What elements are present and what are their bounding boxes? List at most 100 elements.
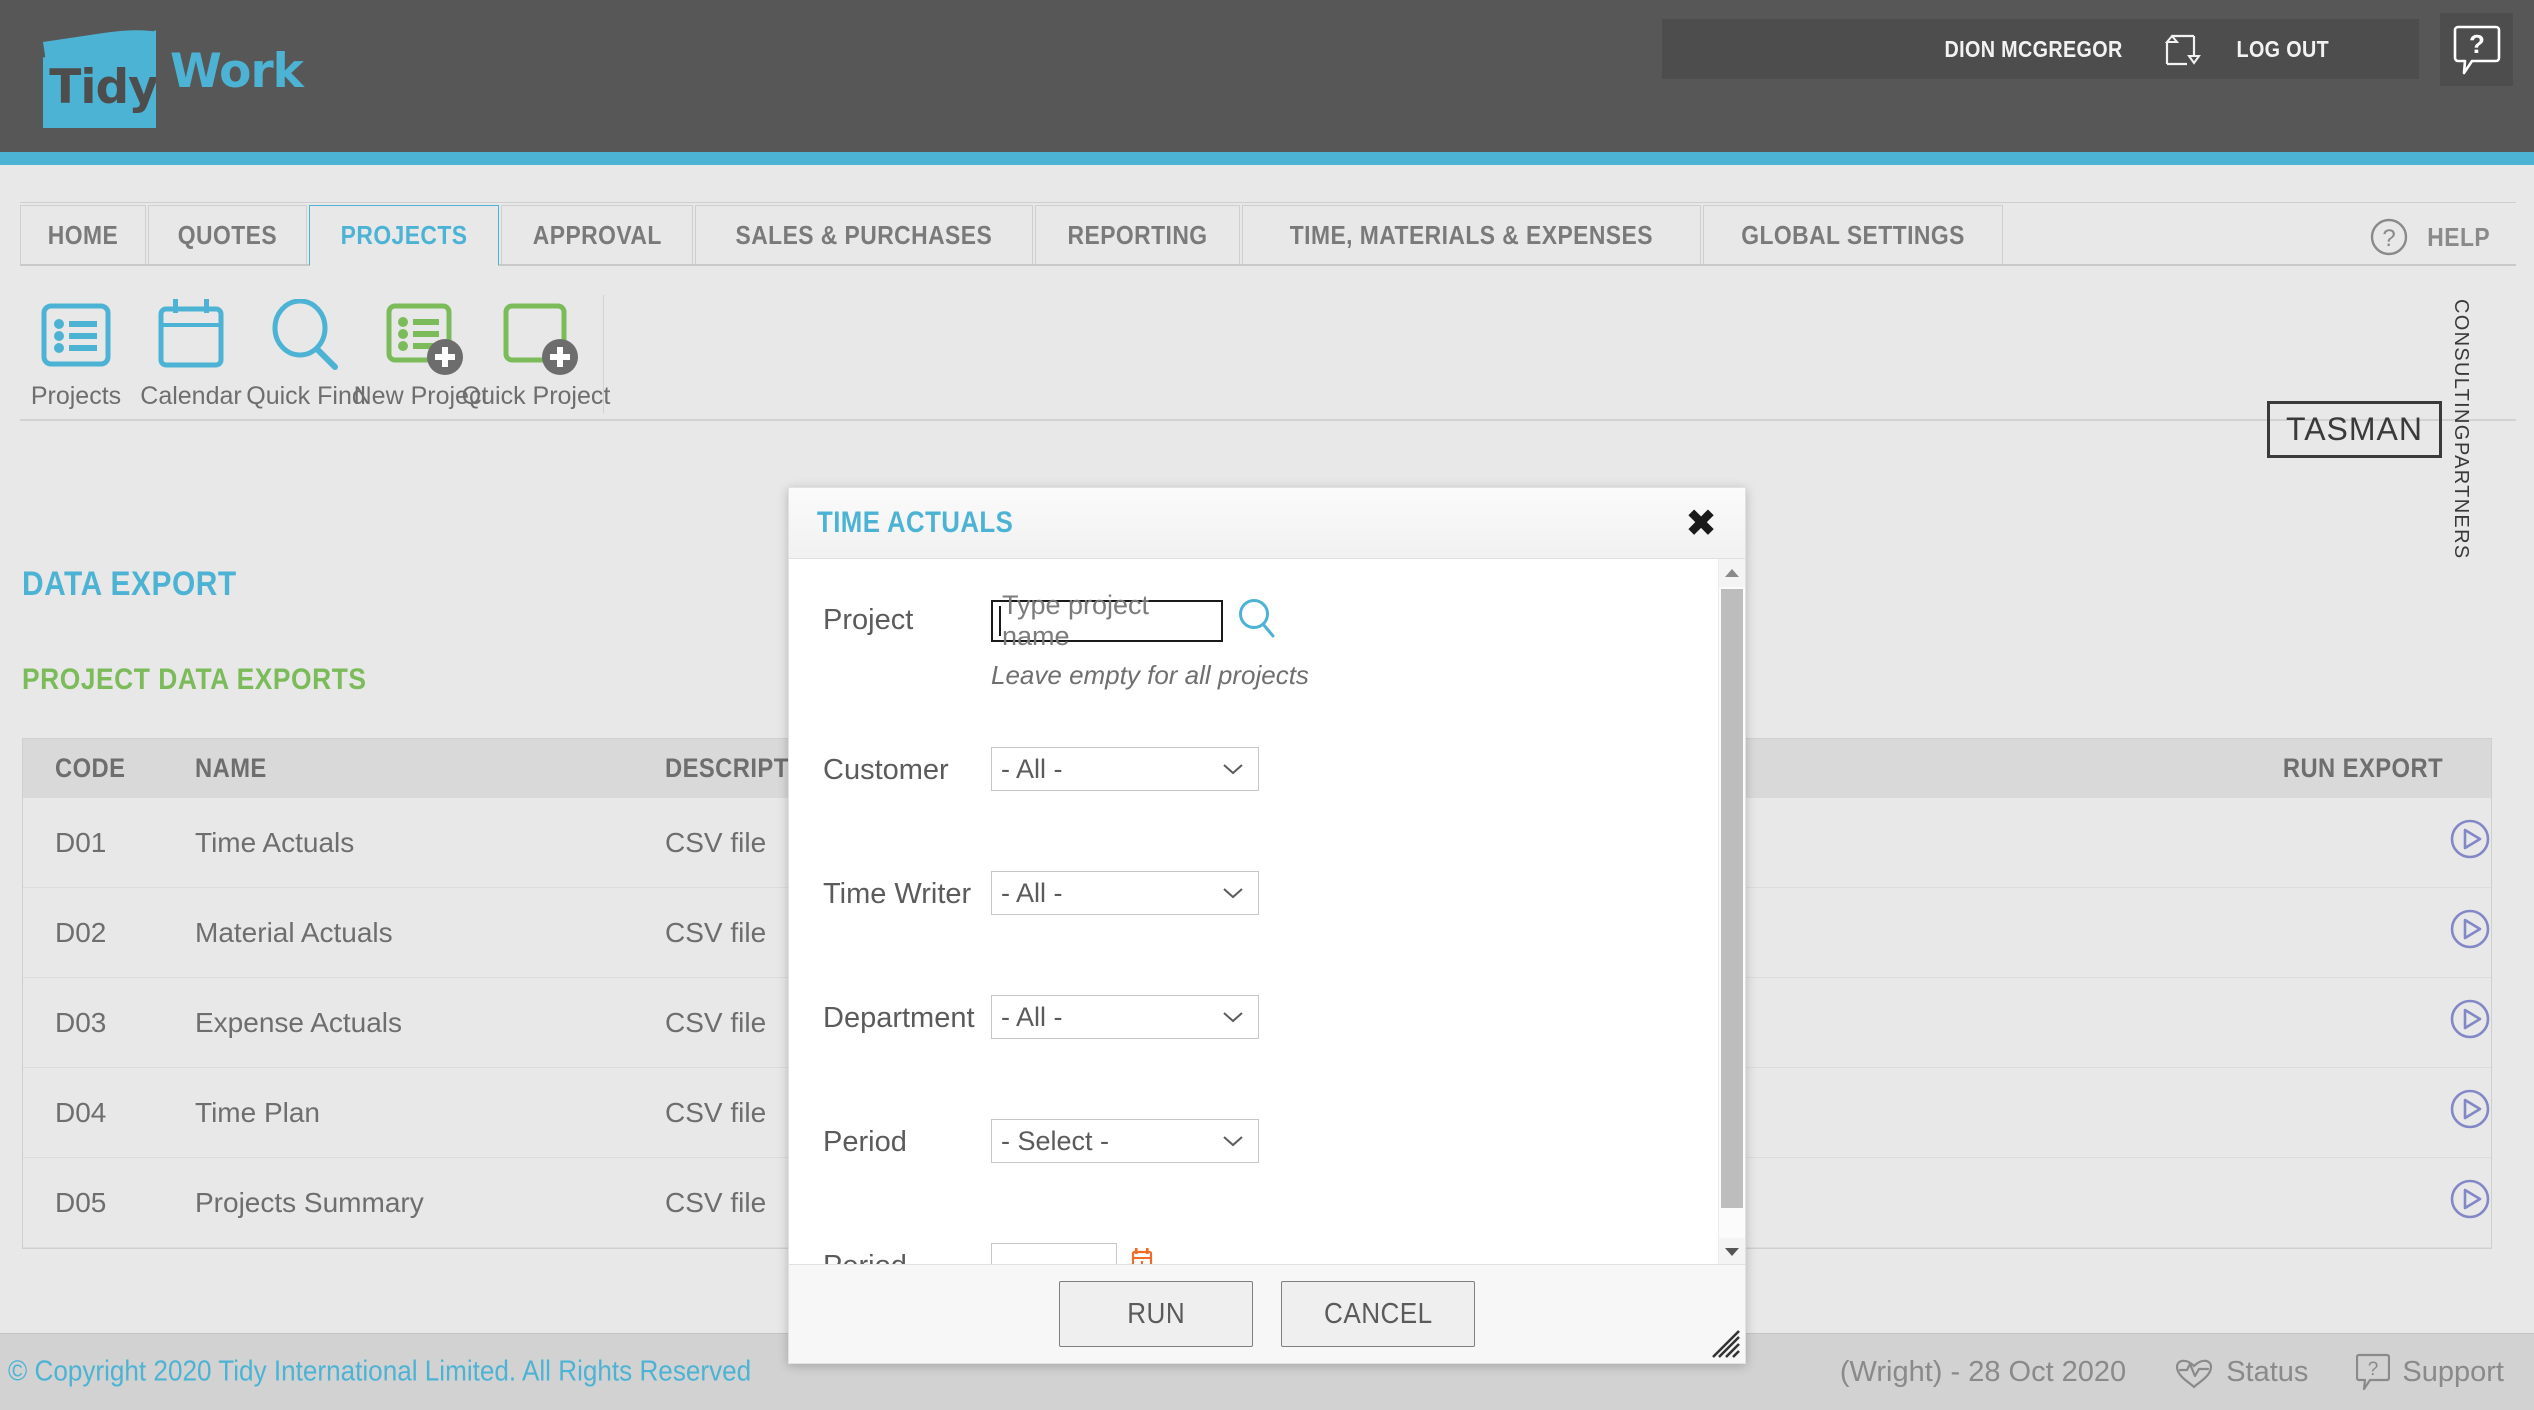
chevron-down-icon [1223, 764, 1243, 775]
logo-text-tidy: Tidy [49, 60, 156, 115]
cell-run-export [2191, 1157, 2491, 1248]
play-circle-icon[interactable] [2449, 1088, 2491, 1137]
toolbar-item-new-project[interactable]: New Project [354, 287, 488, 411]
cell-code: D01 [23, 798, 163, 888]
footer-right: (Wright) - 28 Oct 2020 Status ? Support [1840, 1353, 2504, 1391]
tab-label: TIME, MATERIALS & EXPENSES [1289, 220, 1654, 250]
field-label-period-starting: Period Starting [823, 1250, 907, 1266]
cell-name: Material Actuals [163, 887, 633, 978]
project-hint: Leave empty for all projects [991, 660, 1309, 690]
svg-text:?: ? [2368, 1359, 2379, 1380]
toolbar-item-projects[interactable]: Projects [20, 287, 132, 411]
cell-name: Expense Actuals [163, 977, 633, 1068]
tab-approval[interactable]: APPROVAL [500, 205, 694, 265]
field-time-writer: Time Writer - All - [789, 871, 1745, 995]
list-icon [385, 295, 463, 377]
status-link[interactable]: Status [2174, 1355, 2308, 1389]
tab-home[interactable]: HOME [20, 205, 146, 265]
logo-text-work: Work [170, 44, 304, 99]
cell-run-export [2191, 887, 2491, 978]
scroll-down-arrow[interactable] [1719, 1238, 1745, 1266]
field-period-starting: Period Starting [789, 1243, 1745, 1266]
tab-label: REPORTING [1067, 220, 1208, 250]
top-header: Tidy Work DION MCGREGOR LOG OUT ? [0, 0, 2534, 152]
copyright-text: © Copyright 2020 Tidy International Limi… [8, 1355, 752, 1388]
app-root: Tidy Work DION MCGREGOR LOG OUT ? HOME Q… [0, 0, 2534, 1410]
brandmark-line2: PARTNERS [2450, 441, 2472, 560]
project-input[interactable]: Type project name [991, 590, 1223, 651]
user-name-label: DION MCGREGOR [1944, 35, 2123, 62]
tab-label: GLOBAL SETTINGS [1741, 220, 1965, 250]
dialog-scrollbar[interactable] [1718, 559, 1745, 1266]
support-link[interactable]: ? Support [2356, 1353, 2504, 1391]
square-icon [500, 295, 578, 377]
page-title: DATA EXPORT [22, 565, 237, 603]
plus-badge-icon [542, 339, 578, 375]
cell-code: D05 [23, 1157, 163, 1248]
tab-reporting[interactable]: REPORTING [1035, 205, 1241, 265]
toolbar-item-label: Calendar [140, 382, 242, 410]
time-writer-select[interactable]: - All - [991, 871, 1259, 915]
chevron-down-icon [1223, 1136, 1243, 1147]
close-icon[interactable]: ✖ [1685, 504, 1717, 542]
icon-toolbar: Projects Calendar Quick Find New Project… [20, 287, 2516, 559]
dialog-body: Project Type project name Leave empty fo… [789, 559, 1745, 1266]
play-circle-icon[interactable] [2449, 818, 2491, 867]
app-logo[interactable]: Tidy Work [43, 28, 304, 128]
play-circle-icon[interactable] [2449, 908, 2491, 957]
time-actuals-dialog: TIME ACTUALS ✖ Project Type project name [788, 487, 1746, 1364]
accent-rule [0, 152, 2534, 165]
plus-badge-icon [427, 339, 463, 375]
run-button[interactable]: RUN [1059, 1281, 1253, 1347]
help-nav-button[interactable]: ? HELP [2369, 217, 2494, 257]
tab-label: PROJECTS [340, 220, 468, 250]
scroll-up-arrow[interactable] [1719, 559, 1745, 587]
svg-text:?: ? [2382, 225, 2395, 252]
department-select[interactable]: - All - [991, 995, 1259, 1039]
cell-name: Projects Summary [163, 1157, 633, 1248]
brandmark-line1: CONSULTING [2450, 299, 2472, 442]
play-circle-icon[interactable] [2449, 1178, 2491, 1227]
tab-time-materials-expenses[interactable]: TIME, MATERIALS & EXPENSES [1242, 205, 1701, 265]
tab-label: HOME [47, 220, 119, 250]
switch-user-icon[interactable] [2163, 32, 2203, 66]
tab-global-settings[interactable]: GLOBAL SETTINGS [1702, 205, 2003, 265]
toolbar-item-calendar[interactable]: Calendar [135, 287, 247, 411]
column-header-run-export: RUN EXPORT [2191, 739, 2491, 798]
help-bubble-button[interactable]: ? [2440, 13, 2513, 86]
heartbeat-icon [2176, 1359, 2213, 1389]
nav-region: HOME QUOTES PROJECTS APPROVAL SALES & PU… [0, 165, 2534, 283]
version-text: (Wright) - 28 Oct 2020 [1839, 1355, 2127, 1388]
tab-quotes[interactable]: QUOTES [148, 205, 307, 265]
resize-grip-icon[interactable] [1711, 1329, 1741, 1359]
cell-name: Time Plan [163, 1067, 633, 1158]
column-header-name: NAME [163, 739, 633, 798]
logout-button[interactable]: LOG OUT [2237, 36, 2330, 63]
brandmark-name: TASMAN [2267, 400, 2442, 458]
field-label-customer: Customer [823, 754, 949, 786]
tab-sales-purchases[interactable]: SALES & PURCHASES [695, 205, 1034, 265]
scrollbar-thumb[interactable] [1721, 589, 1743, 1208]
toolbar-item-quick-find[interactable]: Quick Find [246, 287, 366, 411]
search-icon[interactable] [1237, 597, 1277, 644]
period-select-value: - Select - [1001, 1125, 1110, 1156]
cancel-button[interactable]: CANCEL [1281, 1281, 1475, 1347]
field-label-time-writer: Time Writer [823, 878, 972, 910]
field-label-period: Period [823, 1126, 907, 1158]
tab-label: APPROVAL [532, 220, 662, 250]
customer-select[interactable]: - All - [991, 747, 1259, 791]
svg-text:?: ? [2469, 29, 2485, 59]
cell-code: D03 [23, 977, 163, 1068]
question-circle-icon: ? [2370, 218, 2407, 256]
period-select[interactable]: - Select - [991, 1119, 1259, 1163]
help-bubble-icon: ? [2453, 25, 2500, 74]
tab-projects[interactable]: PROJECTS [308, 205, 499, 268]
project-control: Type project name Leave empty for all pr… [991, 590, 1309, 691]
logo-mark: Tidy [43, 28, 156, 128]
toolbar-item-quick-project[interactable]: Quick Project [462, 287, 610, 411]
period-starting-input[interactable] [991, 1243, 1117, 1266]
chevron-down-icon [1223, 1012, 1243, 1023]
field-project: Project Type project name Leave empty fo… [789, 590, 1745, 747]
toolbar-item-label: Projects [30, 382, 122, 410]
play-circle-icon[interactable] [2449, 998, 2491, 1047]
